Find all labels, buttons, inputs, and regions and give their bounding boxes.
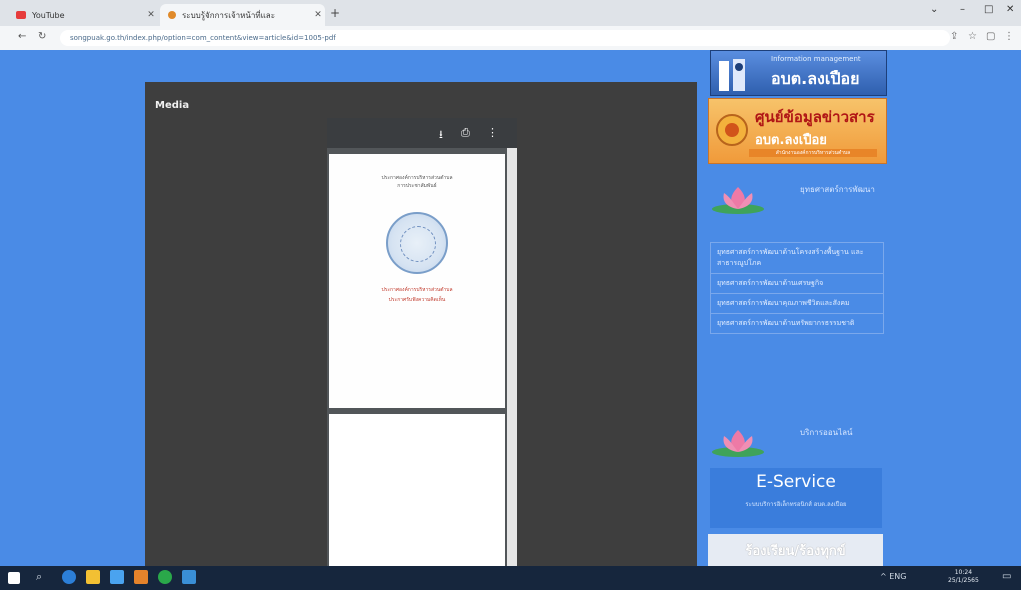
search-icon[interactable]: ⌕ xyxy=(36,570,42,584)
list-item[interactable]: ยุทธศาสตร์การพัฒนาคุณภาพชีวิตและสังคม xyxy=(711,294,883,314)
media-title: Media xyxy=(155,100,190,111)
store-icon[interactable] xyxy=(110,570,124,584)
close-tab-icon[interactable]: ✕ xyxy=(311,10,325,20)
tab-active[interactable]: ระบบรู้จักการเจ้าหน้าที่และ ✕ xyxy=(160,4,325,26)
tab-youtube[interactable]: YouTube ✕ xyxy=(8,4,158,26)
complaint-label: ร้องเรียน/ร้องทุกข์ xyxy=(745,544,846,559)
eservice-banner[interactable]: E-Service ระบบบริการอิเล็กทรอนิกส์ อบต.ล… xyxy=(710,468,882,528)
chevron-down-icon[interactable]: ⌄ xyxy=(930,4,938,15)
banner-title: อบต.ลงเปือย xyxy=(771,69,860,88)
clock-date: 25/1/2565 xyxy=(948,577,979,584)
maximize-button[interactable]: □ xyxy=(984,4,993,15)
bookmark-star-icon[interactable]: ☆ xyxy=(968,31,977,42)
tab-label: YouTube xyxy=(32,10,65,20)
clock[interactable]: 10:24 25/1/2565 xyxy=(948,569,979,585)
pdf-viewer: ⭳ ⎙ ⋮ ประกาศองค์การบริหารส่วนตำบล การประ… xyxy=(327,118,517,566)
banner-title: ศูนย์ข้อมูลข่าวสาร xyxy=(755,108,875,126)
section-title: ยุทธศาสตร์การพัฒนา xyxy=(800,185,875,194)
minimize-button[interactable]: – xyxy=(960,4,965,15)
windows-taskbar: ⌕ ^ ENG 10:24 25/1/2565 ▭ xyxy=(0,566,1021,590)
edge-icon[interactable] xyxy=(62,570,76,584)
reload-icon[interactable]: ↻ xyxy=(38,31,46,42)
back-icon[interactable]: ← xyxy=(18,31,26,42)
lotus-icon xyxy=(712,430,764,457)
page-header-line2: การประชาสัมพันธ์ xyxy=(397,183,437,189)
close-tab-icon[interactable]: ✕ xyxy=(144,10,158,20)
lotus-icon xyxy=(712,187,764,214)
page-content: Media ⭳ ⎙ ⋮ ประกาศองค์การบริหารส่วนตำบล … xyxy=(0,50,1021,566)
youtube-icon xyxy=(16,11,26,19)
share-icon[interactable]: ⇪ xyxy=(950,31,958,42)
strategy-list: ยุทธศาสตร์การพัฒนาด้านโครงสร้างพื้นฐาน แ… xyxy=(710,242,884,334)
banner-subtitle: อบต.ลงเปือย xyxy=(755,133,827,148)
emblem-icon xyxy=(716,114,748,146)
banner-subtitle: Information management xyxy=(771,55,861,63)
start-icon[interactable] xyxy=(8,572,20,584)
new-tab-button[interactable]: + xyxy=(330,6,340,20)
eservice-subtitle: ระบบบริการอิเล็กทรอนิกส์ อบต.ลงเปือย xyxy=(745,501,847,508)
print-icon[interactable]: ⎙ xyxy=(461,126,470,140)
download-icon[interactable]: ⭳ xyxy=(439,126,443,145)
eservice-title: E-Service xyxy=(756,472,836,492)
app-icon[interactable] xyxy=(182,570,196,584)
more-vert-icon[interactable]: ⋮ xyxy=(487,126,498,139)
pdf-page-1: ประกาศองค์การบริหารส่วนตำบล การประชาสัมพ… xyxy=(329,154,505,408)
list-item[interactable]: ยุทธศาสตร์การพัฒนาด้านทรัพยากรธรรมชาติ xyxy=(711,314,883,333)
list-item[interactable]: ยุทธศาสตร์การพัฒนาด้านเศรษฐกิจ xyxy=(711,274,883,294)
person-icon xyxy=(719,59,745,91)
file-explorer-icon[interactable] xyxy=(86,570,100,584)
site-favicon-icon xyxy=(168,11,176,19)
section-title: บริการออนไลน์ xyxy=(800,428,853,437)
address-bar[interactable]: songpuak.go.th/index.php/option=com_cont… xyxy=(60,30,950,46)
list-item[interactable]: ยุทธศาสตร์การพัฒนาด้านโครงสร้างพื้นฐาน แ… xyxy=(711,243,883,274)
viewer-scrollbar[interactable] xyxy=(507,148,517,566)
complaint-button[interactable]: ร้องเรียน/ร้องทุกข์ xyxy=(708,534,883,566)
media-overlay: Media ⭳ ⎙ ⋮ ประกาศองค์การบริหารส่วนตำบล … xyxy=(145,82,697,566)
info-center-banner[interactable]: ศูนย์ข้อมูลข่าวสาร อบต.ลงเปือย สำนักงานอ… xyxy=(708,98,887,164)
chrome-icon[interactable] xyxy=(158,570,172,584)
profile-icon[interactable]: ⋮ xyxy=(1004,31,1014,42)
page-red-line2: ประกาศรับฟังความคิดเห็น xyxy=(388,297,446,303)
page-header-strip xyxy=(150,50,700,64)
seal-emblem xyxy=(400,226,436,262)
extensions-icon[interactable]: ▢ xyxy=(986,31,995,42)
page-header-line1: ประกาศองค์การบริหารส่วนตำบล xyxy=(381,175,453,181)
pdf-page-2 xyxy=(329,414,505,566)
close-window-button[interactable]: ✕ xyxy=(1006,4,1014,15)
clock-time: 10:24 xyxy=(954,569,973,576)
system-tray[interactable]: ^ ENG xyxy=(880,572,906,581)
notification-icon[interactable]: ▭ xyxy=(1002,571,1011,582)
official-seal xyxy=(386,212,448,274)
tab-bar: YouTube ✕ ระบบรู้จักการเจ้าหน้าที่และ ✕ … xyxy=(0,0,1021,26)
info-management-banner[interactable]: Information management อบต.ลงเปือย xyxy=(710,50,887,96)
banner-tagline: สำนักงานองค์การบริหารส่วนตำบล xyxy=(749,149,877,157)
tab-label: ระบบรู้จักการเจ้าหน้าที่และ xyxy=(182,10,275,20)
pdf-toolbar: ⭳ ⎙ ⋮ xyxy=(327,118,517,148)
app-icon[interactable] xyxy=(134,570,148,584)
page-red-line1: ประกาศองค์การบริหารส่วนตำบล xyxy=(381,287,453,293)
